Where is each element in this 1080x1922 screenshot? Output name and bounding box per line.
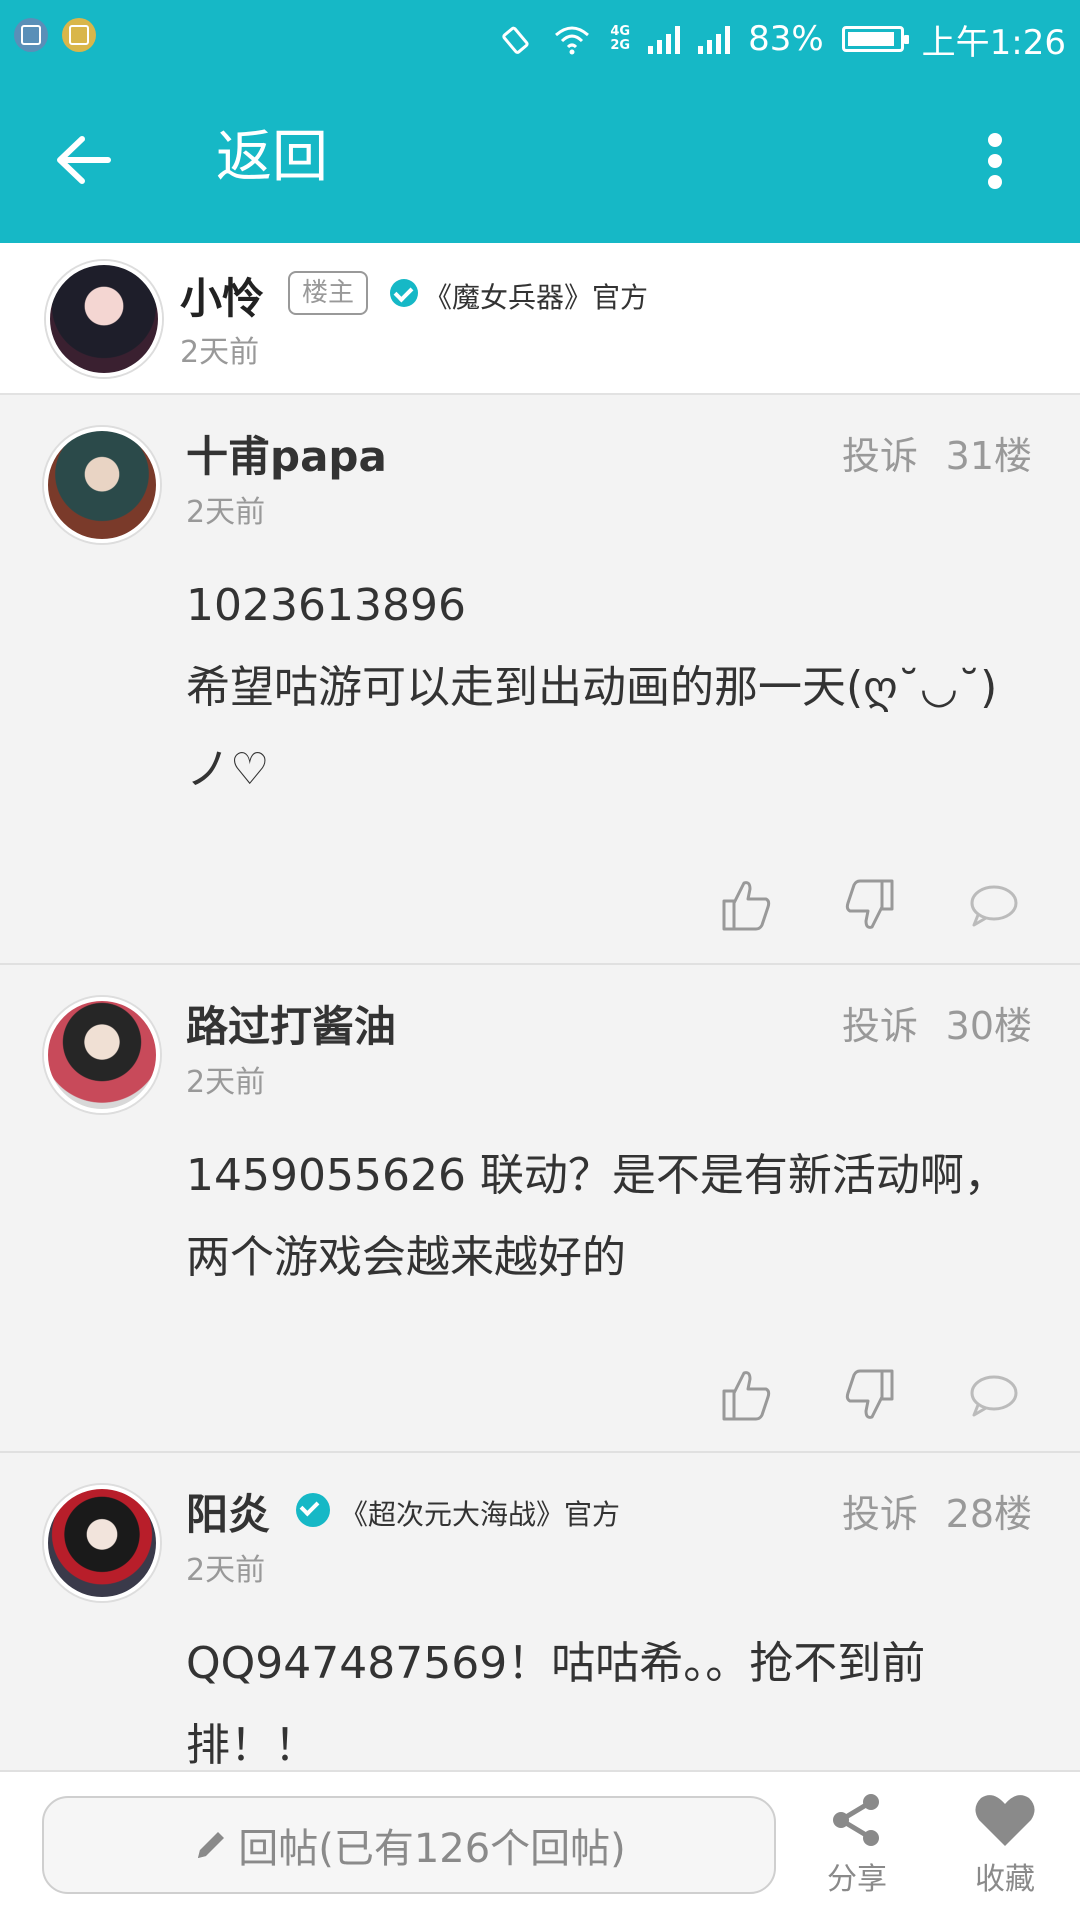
author-name[interactable]: 小怜 — [180, 265, 264, 326]
user-avatar[interactable] — [44, 427, 160, 543]
dislike-icon[interactable] — [844, 1367, 896, 1423]
like-icon[interactable] — [720, 877, 772, 933]
post-content: QQ947487569！咕咕希。。抢不到前排！！ — [186, 1638, 926, 1771]
post-content: 1023613896 希望咕游可以走到出动画的那一天(ღ˘◡˘)ノ♡ — [186, 580, 998, 795]
screenshot-notification-icon — [14, 18, 48, 52]
battery-icon — [841, 26, 909, 52]
user-avatar[interactable] — [44, 1485, 160, 1601]
favorite-button[interactable]: 收藏 — [950, 1790, 1060, 1898]
official-label: 《魔女兵器》官方 — [424, 281, 649, 314]
share-icon — [833, 1794, 879, 1846]
user-avatar[interactable] — [44, 997, 160, 1113]
post-actions — [720, 1367, 1040, 1427]
signal-icon-2 — [698, 24, 731, 54]
share-button[interactable]: 分享 — [802, 1790, 912, 1898]
signal-icon — [648, 24, 681, 54]
floor-number: 30楼 — [945, 1004, 1032, 1048]
network-type: 4G 2G — [610, 24, 631, 53]
post-time: 2天前 — [186, 1553, 266, 1588]
username[interactable]: 路过打酱油 — [186, 993, 396, 1054]
thread-author-header: 小怜 楼主 《魔女兵器》官方 2天前 — [0, 243, 1080, 395]
verified-icon — [390, 279, 418, 307]
post-actions — [720, 877, 1040, 937]
author-time: 2天前 — [180, 335, 260, 370]
username[interactable]: 十甫papa — [186, 423, 387, 484]
bottom-bar: 回帖(已有126个回帖) 分享 收藏 — [0, 1770, 1080, 1922]
reply-post: 十甫papa 投诉 31楼 2天前 1023613896 希望咕游可以走到出动画… — [0, 395, 1080, 965]
wifi-icon — [555, 26, 590, 55]
reply-input[interactable]: 回帖(已有126个回帖) — [42, 1796, 776, 1894]
post-time: 2天前 — [186, 1065, 266, 1100]
report-button[interactable]: 投诉 — [842, 1483, 918, 1538]
reply-placeholder: 回帖(已有126个回帖) — [238, 1826, 626, 1872]
floor-number: 28楼 — [945, 1492, 1032, 1536]
author-avatar[interactable] — [46, 261, 162, 377]
app-notification-icon — [62, 18, 96, 52]
floor-number: 31楼 — [945, 434, 1032, 478]
battery-percent: 83% — [748, 19, 824, 59]
status-bar: 4G 2G 83% 上午1:26 — [0, 0, 1080, 78]
report-button[interactable]: 投诉 — [842, 425, 918, 480]
comment-icon[interactable] — [968, 877, 1020, 933]
post-time: 2天前 — [186, 495, 266, 530]
post-content: 1459055626 联动？是不是有新活动啊，两个游戏会越来越好的 — [186, 1150, 1008, 1283]
reply-post: 阳炎 《超次元大海战》官方 投诉 28楼 2天前 QQ947487569！咕咕希… — [0, 1453, 1080, 1771]
app-bar: 返回 — [0, 78, 1080, 243]
dislike-icon[interactable] — [844, 877, 896, 933]
username[interactable]: 阳炎 — [186, 1481, 270, 1542]
report-button[interactable]: 投诉 — [842, 995, 918, 1050]
official-label: 《超次元大海战》官方 — [340, 1498, 621, 1531]
share-label: 分享 — [827, 1862, 887, 1897]
verified-icon — [296, 1493, 330, 1527]
favorite-label: 收藏 — [975, 1862, 1035, 1897]
reply-post: 路过打酱油 投诉 30楼 2天前 1459055626 联动？是不是有新活动啊，… — [0, 965, 1080, 1453]
back-arrow-icon[interactable] — [54, 133, 112, 187]
clock: 上午1:26 — [921, 22, 1066, 63]
more-options-icon[interactable] — [988, 133, 1004, 189]
back-label[interactable]: 返回 — [216, 128, 328, 188]
heart-icon — [975, 1795, 1035, 1846]
op-badge: 楼主 — [288, 271, 369, 315]
like-icon[interactable] — [720, 1367, 772, 1423]
rotation-icon — [502, 26, 529, 54]
pencil-icon — [198, 1832, 225, 1858]
comment-icon[interactable] — [968, 1367, 1020, 1423]
